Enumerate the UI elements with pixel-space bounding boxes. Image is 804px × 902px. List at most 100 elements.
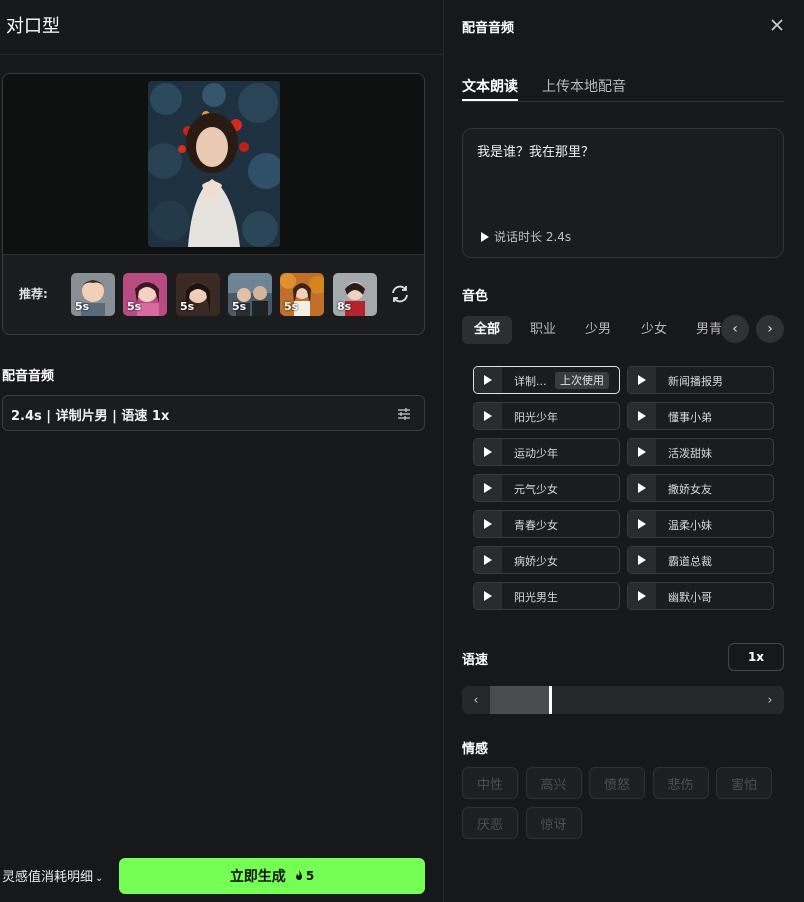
voice-option[interactable]: 新闻播报男 — [627, 366, 774, 394]
voice-option[interactable]: 青春少女 — [473, 510, 620, 538]
voice-option[interactable]: 元气少女 — [473, 474, 620, 502]
tab-upload-audio[interactable]: 上传本地配音 — [542, 76, 626, 96]
emotion-option[interactable]: 高兴 — [525, 767, 582, 799]
emotion-label: 情感 — [462, 742, 489, 757]
voice-option[interactable]: 阳光男生 — [473, 582, 620, 610]
play-triangle — [484, 411, 492, 421]
speed-label: 语速 — [462, 653, 489, 668]
voice-option[interactable]: 病娇少女 — [473, 546, 620, 574]
voice-option[interactable]: 撒娇女友 — [627, 474, 774, 502]
chevron-left-icon[interactable]: ‹ — [462, 686, 490, 714]
voice-option[interactable]: 阳光少年 — [473, 402, 620, 430]
play-icon[interactable] — [628, 583, 656, 609]
emotion-option[interactable]: 害怕 — [716, 767, 772, 799]
recommend-thumb-4[interactable]: 5s — [228, 273, 272, 316]
play-icon[interactable] — [474, 367, 502, 393]
play-triangle — [638, 375, 646, 385]
page-title: 对口型 — [6, 16, 60, 37]
speed-slider[interactable]: ‹ › — [462, 686, 784, 714]
recommend-thumb-1[interactable]: 5s — [71, 273, 115, 316]
play-triangle — [484, 555, 492, 565]
voice-option[interactable]: 幽默小哥 — [627, 582, 774, 610]
speed-slider-handle[interactable] — [549, 686, 552, 714]
play-triangle — [638, 591, 646, 601]
speech-duration: 说话时长 2.4s — [494, 230, 572, 244]
play-triangle — [638, 519, 646, 529]
preview-card: 推荐: 5s 5s 5s 5s 5s 8s — [2, 73, 425, 335]
play-icon[interactable] — [628, 475, 656, 501]
voice-name: 阳光少年 — [514, 411, 558, 424]
play-triangle — [638, 447, 646, 457]
voice-option[interactable]: 懂事小弟 — [627, 402, 774, 430]
play-triangle — [484, 483, 492, 493]
recommend-thumb-3[interactable]: 5s — [176, 273, 220, 316]
cost-badge: 5 — [294, 869, 314, 883]
generate-button[interactable]: 立即生成 5 — [119, 858, 425, 894]
dubbing-tabs: 文本朗读 上传本地配音 — [462, 74, 784, 102]
recommend-thumb-5[interactable]: 5s — [280, 273, 324, 316]
preview-play-button[interactable]: 说话时长 2.4s — [481, 228, 571, 245]
voice-option[interactable]: 温柔小妹 — [627, 510, 774, 538]
voice-name: 运动少年 — [514, 447, 558, 460]
voice-label: 音色 — [462, 289, 489, 304]
panel-title: 配音音频 — [462, 21, 515, 36]
play-icon[interactable] — [474, 439, 502, 465]
tab-text-reading[interactable]: 文本朗读 — [462, 76, 518, 96]
play-icon[interactable] — [474, 583, 502, 609]
thumb-duration: 8s — [337, 300, 352, 313]
emotion-option[interactable]: 中性 — [462, 767, 518, 799]
emotion-option[interactable]: 惊讶 — [525, 807, 582, 839]
voice-category-all[interactable]: 全部 — [462, 316, 513, 344]
audio-summary: 2.4s | 详制片男 | 语速 1x — [11, 409, 170, 424]
play-triangle — [484, 519, 492, 529]
chevron-right-icon[interactable]: › — [756, 315, 784, 343]
emotion-option[interactable]: 愤怒 — [589, 767, 645, 799]
audio-selector[interactable]: 2.4s | 详制片男 | 语速 1x — [2, 395, 425, 431]
last-used-badge: 上次使用 — [555, 372, 609, 389]
voice-name: 阳光男生 — [514, 591, 558, 604]
play-triangle — [484, 591, 492, 601]
recommend-thumb-2[interactable]: 5s — [123, 273, 167, 316]
recommend-thumb-6[interactable]: 8s — [333, 273, 377, 316]
play-icon[interactable] — [628, 511, 656, 537]
preview-image[interactable] — [148, 81, 280, 247]
recommend-label: 推荐: — [19, 287, 48, 301]
voice-category-boy[interactable]: 少男 — [573, 316, 623, 344]
play-icon[interactable] — [628, 439, 656, 465]
play-icon[interactable] — [628, 367, 656, 393]
play-icon[interactable] — [628, 403, 656, 429]
settings-icon[interactable] — [396, 406, 412, 422]
speed-value-button[interactable]: 1x — [728, 643, 784, 671]
consumption-details-link[interactable]: 灵感值消耗明细 ⌄ — [2, 866, 103, 885]
chevron-right-icon[interactable]: › — [756, 686, 784, 714]
emotion-option[interactable]: 悲伤 — [652, 767, 709, 799]
refresh-icon[interactable] — [389, 283, 411, 305]
play-triangle — [484, 447, 492, 457]
play-icon[interactable] — [474, 403, 502, 429]
thumb-duration: 5s — [75, 300, 90, 313]
play-icon[interactable] — [474, 547, 502, 573]
voice-option[interactable]: 运动少年 — [473, 438, 620, 466]
voice-option[interactable]: 活泼甜妹 — [627, 438, 774, 466]
voice-option[interactable]: 详制... 上次使用 — [473, 366, 620, 394]
play-icon[interactable] — [628, 547, 656, 573]
voice-name: 霸道总裁 — [668, 555, 712, 568]
voice-category-girl[interactable]: 少女 — [629, 316, 679, 344]
thumb-duration: 5s — [232, 300, 247, 313]
play-icon — [481, 231, 489, 242]
play-triangle — [638, 411, 646, 421]
chevron-left-icon[interactable]: ‹ — [721, 315, 749, 343]
speed-slider-fill — [490, 686, 549, 714]
voice-name: 青春少女 — [514, 519, 558, 532]
voice-option[interactable]: 霸道总裁 — [627, 546, 774, 574]
play-icon[interactable] — [474, 511, 502, 537]
lip-sync-panel: 对口型 推荐: 5s 5s 5s 5s 5s 8s 配音音频 2.4s | 详制… — [0, 0, 443, 902]
emotion-option[interactable]: 厌恶 — [462, 807, 518, 839]
voice-category-profession[interactable]: 职业 — [518, 316, 568, 344]
script-text: 我是谁？我在那里？ — [477, 145, 595, 160]
play-icon[interactable] — [474, 475, 502, 501]
voice-name: 病娇少女 — [514, 555, 558, 568]
script-textarea[interactable]: 我是谁？我在那里？ 说话时长 2.4s — [462, 128, 784, 258]
close-icon[interactable] — [770, 17, 784, 31]
play-triangle — [484, 375, 492, 385]
